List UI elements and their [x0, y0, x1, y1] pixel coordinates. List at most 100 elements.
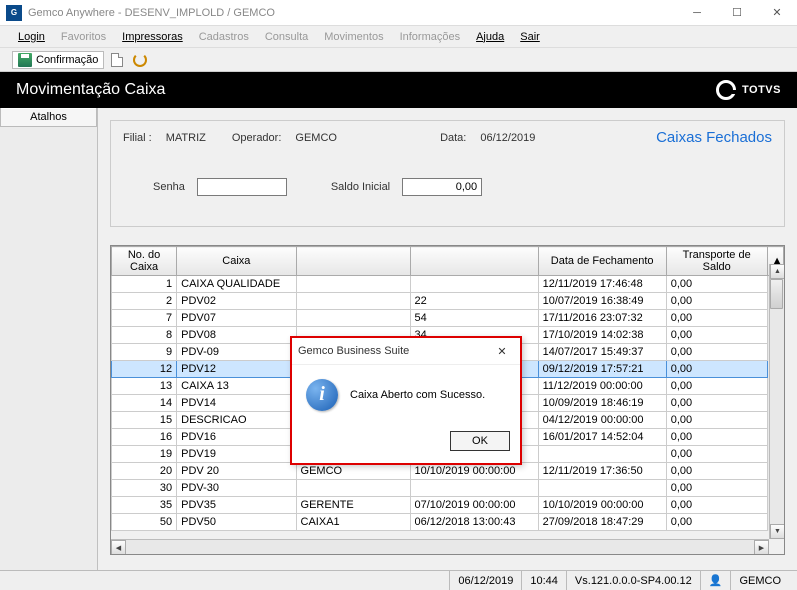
scroll-down-arrow[interactable]: ▼ [770, 524, 785, 539]
cell-caixa: PDV07 [177, 310, 296, 327]
vertical-scrollbar[interactable]: ▲ ▼ [769, 264, 784, 539]
cell-caixa: CAIXA QUALIDADE [177, 276, 296, 293]
scroll-left-arrow[interactable]: ◀ [111, 540, 126, 555]
new-page-button[interactable] [108, 52, 126, 68]
cell-transporte: 0,00 [666, 463, 767, 480]
cell-caixa: PDV14 [177, 395, 296, 412]
col-header-no[interactable]: No. do Caixa [112, 247, 177, 276]
menu-login[interactable]: Login [12, 29, 51, 45]
table-row[interactable]: 35PDV35GERENTE07/10/2019 00:00:0010/10/2… [112, 497, 784, 514]
close-button[interactable]: ✕ [757, 0, 797, 26]
cell-abertura [410, 480, 538, 497]
cell-caixa: PDV-09 [177, 344, 296, 361]
senha-input[interactable] [197, 178, 287, 196]
horizontal-scrollbar[interactable]: ◀ ▶ [111, 539, 769, 554]
menu-ajuda[interactable]: Ajuda [470, 29, 510, 45]
toolbar: Confirmação [0, 48, 797, 72]
menu-sair[interactable]: Sair [514, 29, 546, 45]
table-row[interactable]: 2PDV022210/07/2019 16:38:490,00 [112, 293, 784, 310]
filial-label: Filial : [123, 132, 152, 144]
cell-no: 19 [112, 446, 177, 463]
cell-transporte: 0,00 [666, 276, 767, 293]
cell-transporte: 0,00 [666, 446, 767, 463]
minimize-button[interactable]: ─ [677, 0, 717, 26]
menu-cadastros[interactable]: Cadastros [193, 29, 255, 45]
menu-consulta[interactable]: Consulta [259, 29, 314, 45]
cell-no: 8 [112, 327, 177, 344]
saldo-inicial-input[interactable] [402, 178, 482, 196]
cell-operador: GEMCO [296, 463, 410, 480]
cell-caixa: PDV 20 [177, 463, 296, 480]
status-user-icon: 👤 [700, 571, 731, 590]
cell-abertura: 10/10/2019 00:00:00 [410, 463, 538, 480]
col-header-operador[interactable] [296, 247, 410, 276]
scroll-right-arrow[interactable]: ▶ [754, 540, 769, 555]
menu-favoritos[interactable]: Favoritos [55, 29, 112, 45]
saldo-label: Saldo Inicial [331, 181, 390, 193]
cell-abertura: 54 [410, 310, 538, 327]
dialog-close-button[interactable]: ✕ [490, 341, 514, 361]
dialog-ok-button[interactable]: OK [450, 431, 510, 451]
cell-transporte: 0,00 [666, 429, 767, 446]
cell-transporte: 0,00 [666, 361, 767, 378]
cell-transporte: 0,00 [666, 480, 767, 497]
operador-value: GEMCO [295, 132, 337, 144]
cell-fechamento: 12/11/2019 17:36:50 [538, 463, 666, 480]
app-icon: G [6, 5, 22, 21]
cell-fechamento [538, 480, 666, 497]
refresh-button[interactable] [130, 52, 150, 68]
cell-caixa: CAIXA 13 [177, 378, 296, 395]
cell-transporte: 0,00 [666, 412, 767, 429]
table-row[interactable]: 7PDV075417/11/2016 23:07:320,00 [112, 310, 784, 327]
cell-fechamento: 10/09/2019 18:46:19 [538, 395, 666, 412]
cell-fechamento: 11/12/2019 00:00:00 [538, 378, 666, 395]
maximize-button[interactable]: ☐ [717, 0, 757, 26]
operador-label: Operador: [232, 132, 282, 144]
menu-movimentos[interactable]: Movimentos [318, 29, 389, 45]
window-title: Gemco Anywhere - DESENV_IMPLOLD / GEMCO [28, 7, 677, 19]
cell-no: 30 [112, 480, 177, 497]
window-titlebar: G Gemco Anywhere - DESENV_IMPLOLD / GEMC… [0, 0, 797, 26]
page-icon [111, 53, 123, 67]
status-date: 06/12/2019 [449, 571, 521, 590]
cell-caixa: PDV12 [177, 361, 296, 378]
cell-caixa: PDV35 [177, 497, 296, 514]
col-header-abertura[interactable] [410, 247, 538, 276]
data-value: 06/12/2019 [480, 132, 535, 144]
page-header-band: Movimentação Caixa TOTVS [0, 72, 797, 108]
menu-informacoes[interactable]: Informações [394, 29, 467, 45]
scroll-thumb[interactable] [770, 279, 783, 309]
message-dialog: Gemco Business Suite ✕ Caixa Aberto com … [290, 336, 522, 465]
cell-caixa: PDV16 [177, 429, 296, 446]
cell-operador: CAIXA1 [296, 514, 410, 531]
cell-abertura: 06/12/2018 13:00:43 [410, 514, 538, 531]
table-row[interactable]: 30PDV-300,00 [112, 480, 784, 497]
cell-fechamento: 04/12/2019 00:00:00 [538, 412, 666, 429]
col-header-transporte[interactable]: Transporte de Saldo [666, 247, 767, 276]
cell-fechamento: 09/12/2019 17:57:21 [538, 361, 666, 378]
caixas-fechados-link[interactable]: Caixas Fechados [656, 129, 772, 146]
confirmacao-button[interactable]: Confirmação [12, 51, 104, 69]
save-disk-icon [18, 53, 32, 67]
menubar: Login Favoritos Impressoras Cadastros Co… [0, 26, 797, 48]
cell-no: 9 [112, 344, 177, 361]
cell-operador [296, 276, 410, 293]
status-time: 10:44 [521, 571, 566, 590]
table-row[interactable]: 1CAIXA QUALIDADE12/11/2019 17:46:480,00 [112, 276, 784, 293]
confirmacao-label: Confirmação [36, 54, 98, 66]
col-header-fechamento[interactable]: Data de Fechamento [538, 247, 666, 276]
table-row[interactable]: 20PDV 20GEMCO10/10/2019 00:00:0012/11/20… [112, 463, 784, 480]
cell-fechamento: 14/07/2017 15:49:37 [538, 344, 666, 361]
menu-impressoras[interactable]: Impressoras [116, 29, 189, 45]
cell-operador [296, 310, 410, 327]
cell-transporte: 0,00 [666, 327, 767, 344]
col-header-caixa[interactable]: Caixa [177, 247, 296, 276]
sidebar-tab-atalhos[interactable]: Atalhos [0, 108, 97, 127]
cell-fechamento: 16/01/2017 14:52:04 [538, 429, 666, 446]
cell-transporte: 0,00 [666, 378, 767, 395]
table-row[interactable]: 50PDV50CAIXA106/12/2018 13:00:4327/09/20… [112, 514, 784, 531]
cell-caixa: PDV02 [177, 293, 296, 310]
cell-transporte: 0,00 [666, 293, 767, 310]
cell-operador: GERENTE [296, 497, 410, 514]
scroll-up-arrow[interactable]: ▲ [770, 264, 785, 279]
